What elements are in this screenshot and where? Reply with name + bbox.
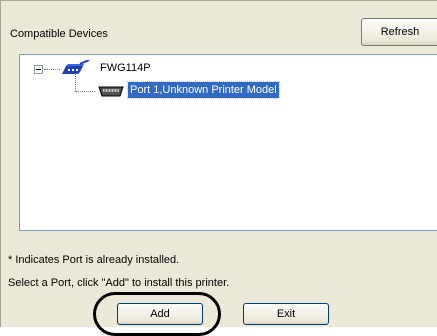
- dialog-window: Compatible Devices Refresh FWG114P Port …: [0, 0, 437, 336]
- device-tree[interactable]: FWG114P Port 1,Unknown Printer Model: [19, 54, 437, 231]
- printer-port-icon: [97, 84, 125, 98]
- tree-connector: [44, 69, 60, 70]
- tree-node-port-1[interactable]: Port 1,Unknown Printer Model: [127, 81, 280, 99]
- refresh-button[interactable]: Refresh: [361, 18, 437, 46]
- add-button[interactable]: Add: [117, 303, 203, 325]
- collapse-icon[interactable]: [34, 65, 43, 74]
- router-icon: [60, 59, 92, 76]
- tree-node-fwg114p[interactable]: FWG114P: [100, 62, 151, 74]
- exit-button[interactable]: Exit: [243, 303, 329, 325]
- instruction-text: Select a Port, click "Add" to install th…: [8, 277, 230, 289]
- installed-note: * Indicates Port is already installed.: [8, 254, 180, 266]
- tree-connector: [75, 73, 76, 91]
- compatible-devices-label: Compatible Devices: [10, 28, 108, 40]
- tree-connector: [75, 91, 95, 92]
